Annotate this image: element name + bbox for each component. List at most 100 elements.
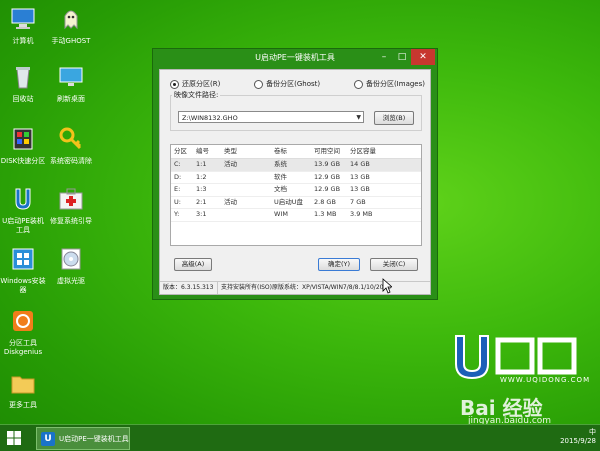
cell-type [224,209,274,221]
cell-free: 12.9 GB [314,185,341,193]
table-row[interactable]: E: 1:3 文档 12.9 GB 13 GB [171,184,421,197]
ok-button[interactable]: 确定(Y) [318,258,360,271]
cell-drive: U: [174,197,181,206]
desktop-icon-disk-partition[interactable]: DISK快速分区 [0,126,46,166]
tray-ime[interactable]: 中 [560,428,596,437]
mode-radio-group: 还原分区(R) 备份分区(Ghost) 备份分区(Images) [170,79,425,89]
recycle-bin-icon [16,67,30,89]
desktop-icon-password-clear[interactable]: 系统密码清除 [48,126,94,166]
cell-label: U启动U盘 [274,197,304,206]
table-row[interactable]: U: 2:1 活动 U启动U盘 2.8 GB 7 GB [171,197,421,209]
cell-num: 3:1 [196,210,207,218]
radio-label: 备份分区(Images) [365,80,425,88]
cell-num: 1:1 [196,160,207,168]
maximize-button[interactable]: □ [393,49,411,65]
u-start-icon [15,188,31,210]
windows-installer-icon [12,248,34,270]
image-path-value: Z:\WIN8132.GHO [182,114,238,122]
desktop-icon-ghost[interactable]: 手动GHOST [48,6,94,46]
taskbar: U U启动PE一键装机工具 中 2015/9/28 [0,424,600,451]
browse-button[interactable]: 浏览(B) [374,111,414,125]
close-window-button[interactable]: ✕ [411,49,435,65]
system-tray[interactable]: 中 2015/9/28 [560,428,596,446]
table-row[interactable]: D: 1:2 软件 12.9 GB 13 GB [171,172,421,184]
windows-start-icon[interactable] [6,430,22,446]
desktop-icon-more-tools[interactable]: 更多工具 [0,370,46,410]
desktop-icon-refresh[interactable]: 刷新桌面 [48,64,94,104]
column-header[interactable]: 类型 [224,145,274,158]
disk-partition-icon [13,128,33,150]
cell-type [224,184,274,196]
partition-table: 分区 编号 类型 卷标 可用空间 分区容量 C: 1:1 活动 系统 13.9 … [170,144,422,246]
cell-size: 14 GB [350,160,370,168]
status-version: 版本：6.3.15.313 [160,282,218,294]
desktop-icon-recycle-bin[interactable]: 回收站 [0,64,46,104]
status-support: 支持安装所有(ISO)原版系统：XP/VISTA/WIN7/8/8.1/10/2… [221,284,392,291]
window-title: U启动PE一键装机工具 [255,53,335,62]
table-header: 分区 编号 类型 卷标 可用空间 分区容量 [171,145,421,159]
desktop-icon-repair-boot[interactable]: 修复系统引导 [48,186,94,226]
icon-label: 虚拟光驱 [57,277,85,285]
window-client: 还原分区(R) 备份分区(Ghost) 备份分区(Images) 映像文件路径:… [159,69,431,295]
radio-backup-ghost[interactable]: 备份分区(Ghost) [254,79,320,89]
icon-label: U启动PE装机工具 [2,217,44,234]
cell-size: 13 GB [350,185,370,193]
table-row[interactable]: Y: 3:1 WIM 1.3 MB 3.9 MB [171,209,421,222]
cell-num: 2:1 [196,197,207,206]
cell-drive: D: [174,172,182,181]
column-header[interactable]: 编号 [196,145,224,158]
radio-dot [353,79,363,89]
icon-label: 系统密码清除 [50,157,92,165]
cell-free: 2.8 GB [314,197,336,206]
cell-type [224,172,274,184]
cell-free: 1.3 MB [314,210,337,218]
column-header[interactable]: 卷标 [274,145,314,158]
cell-num: 1:2 [196,172,207,181]
icon-label: 手动GHOST [51,37,91,45]
computer-icon [11,8,35,29]
window-titlebar[interactable]: U启动PE一键装机工具 – □ ✕ [153,49,437,67]
image-path-select[interactable]: Z:\WIN8132.GHO ▼ [178,111,364,123]
cell-drive: C: [174,160,181,168]
desktop-icon-diskgenius[interactable]: 分区工具Diskgenius [0,308,46,357]
cell-type: 活动 [224,160,237,168]
mouse-cursor-icon [382,278,392,294]
chevron-down-icon[interactable]: ▼ [356,112,361,124]
monitor-icon [59,67,83,86]
cell-free: 12.9 GB [314,172,341,181]
desktop-icon-computer[interactable]: 计算机 [0,6,46,46]
column-header[interactable]: 可用空间 [314,145,350,158]
cell-drive: Y: [174,210,180,218]
table-row[interactable]: C: 1:1 活动 系统 13.9 GB 14 GB [171,159,421,172]
tray-date: 2015/9/28 [560,437,596,445]
cell-type: 活动 [224,197,237,206]
taskbar-item-pe-installer[interactable]: U U启动PE一键装机工具 [36,427,130,450]
icon-label: DISK快速分区 [0,157,46,165]
folder-icon [11,376,35,394]
icon-label: 更多工具 [9,401,37,409]
cell-size: 3.9 MB [350,210,373,218]
taskbar-item-label: U启动PE一键装机工具 [59,434,129,443]
radio-dot [254,79,264,89]
cell-size: 13 GB [350,172,370,181]
radio-restore[interactable]: 还原分区(R) [170,79,220,89]
virtual-disc-icon [61,248,81,270]
radio-label: 备份分区(Ghost) [266,80,321,88]
radio-backup-images[interactable]: 备份分区(Images) [353,79,425,89]
cell-size: 7 GB [350,197,366,206]
desktop-icon-u-start[interactable]: U启动PE装机工具 [0,186,46,235]
desktop-icon-virtual-drive[interactable]: 虚拟光驱 [48,246,94,286]
cell-label: WIM [274,210,288,218]
radio-dot [170,79,179,89]
close-button[interactable]: 关闭(C) [370,258,418,271]
advanced-button[interactable]: 高级(A) [174,258,212,271]
minimize-button[interactable]: – [375,49,393,65]
icon-label: 修复系统引导 [50,217,92,225]
u-start-icon: U [41,431,55,446]
icon-label: 分区工具Diskgenius [3,339,43,356]
desktop-icon-windows-installer[interactable]: Windows安装器 [0,246,46,295]
column-header[interactable]: 分区容量 [350,145,386,158]
cell-free: 13.9 GB [314,160,341,168]
column-header[interactable]: 分区 [171,145,196,158]
cell-num: 1:3 [196,185,207,193]
